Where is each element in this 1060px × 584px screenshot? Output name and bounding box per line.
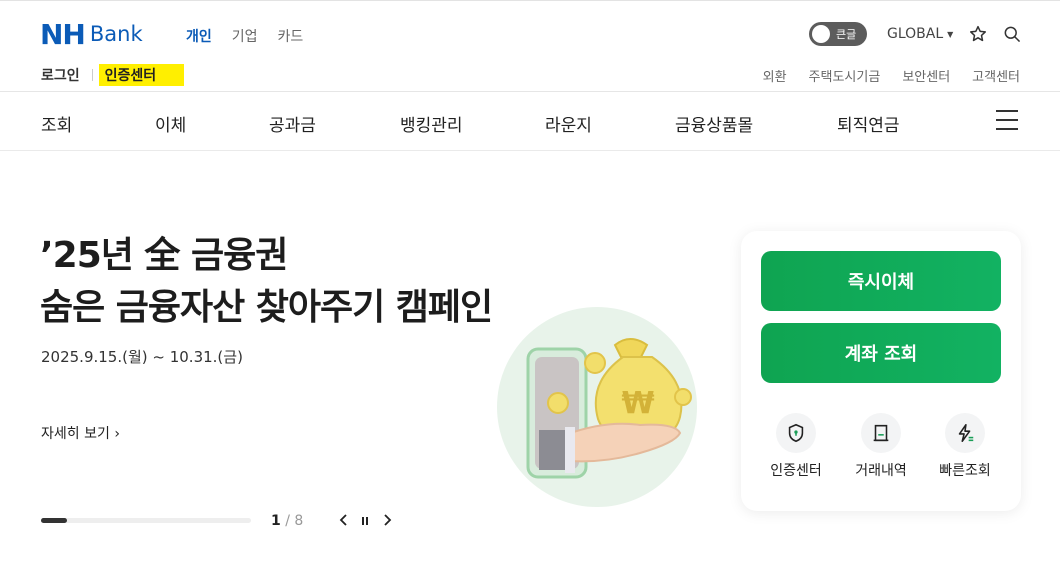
segment-tabs: 개인 기업 카드 (186, 26, 303, 46)
nav-item-utility-bills[interactable]: 공과금 (269, 111, 316, 136)
hero-title-line2: 숨은 금융자산 찾아주기 캠페인 (40, 287, 493, 328)
global-dropdown[interactable]: GLOBAL ▼ (887, 26, 953, 42)
instant-transfer-button[interactable]: 즉시이체 (761, 251, 1001, 311)
hero-title: ’25년 全 금융권 숨은 금융자산 찾아주기 캠페인 (40, 230, 493, 334)
quick-link-label: 인증센터 (770, 463, 822, 479)
nav-item-pension[interactable]: 퇴직연금 (837, 111, 900, 136)
tab-card[interactable]: 카드 (278, 26, 304, 46)
more-label: 자세히 보기 (41, 426, 110, 442)
util-link-customer[interactable]: 고객센터 (972, 66, 1020, 85)
util-link-security[interactable]: 보안센터 (902, 66, 950, 85)
utility-links: 외환 주택도시기금 보안센터 고객센터 (763, 66, 1020, 85)
nav-item-inquiry[interactable]: 조회 (41, 111, 72, 136)
slide-progress-bar (41, 518, 251, 523)
total-slides: / 8 (285, 513, 304, 529)
svg-text:₩: ₩ (621, 386, 654, 421)
hero-date: 2025.9.15.(월) ~ 10.31.(금) (41, 348, 243, 366)
pause-icon[interactable] (360, 515, 370, 527)
star-icon[interactable] (968, 24, 988, 44)
toggle-label: 큰글 (836, 28, 857, 41)
login-link[interactable]: 로그인 (41, 65, 80, 85)
nav-item-lounge[interactable]: 라운지 (545, 111, 592, 136)
top-border (0, 0, 1060, 1)
nav-item-products[interactable]: 금융상품몰 (675, 111, 753, 136)
quick-panel: 즉시이체 계좌 조회 인증센터 거래내역 빠른조회 (741, 231, 1021, 511)
hero-title-line1: ’25년 全 금융권 (40, 235, 288, 276)
slide-progress-fill (41, 518, 68, 523)
next-slide-icon[interactable] (381, 513, 393, 527)
global-label: GLOBAL (887, 26, 944, 42)
receipt-icon (861, 413, 901, 453)
account-inquiry-button[interactable]: 계좌 조회 (761, 323, 1001, 383)
logo-nh: NH (40, 17, 86, 51)
main-nav: 조회 이체 공과금 뱅킹관리 라운지 금융상품몰 퇴직연금 (0, 111, 1060, 136)
divider (91, 69, 93, 81)
nav-divider-top (0, 91, 1060, 92)
cert-center-link[interactable]: 인증센터 (98, 64, 185, 86)
nav-divider-bottom (0, 150, 1060, 151)
logo-bank: Bank (89, 22, 143, 46)
toggle-knob (812, 25, 830, 43)
hamburger-menu-icon[interactable] (996, 110, 1018, 130)
quick-link-history[interactable]: 거래내역 (846, 413, 916, 480)
nav-item-banking-mgmt[interactable]: 뱅킹관리 (400, 111, 463, 136)
tab-personal[interactable]: 개인 (186, 26, 212, 46)
quick-link-label: 빠른조회 (939, 463, 991, 479)
lightning-icon (945, 413, 985, 453)
quick-link-cert-center[interactable]: 인증센터 (761, 413, 831, 480)
util-link-forex[interactable]: 외환 (763, 66, 787, 85)
search-icon[interactable] (1002, 24, 1022, 44)
current-slide: 1 (271, 513, 281, 529)
nav-item-transfer[interactable]: 이체 (155, 111, 186, 136)
tab-business[interactable]: 기업 (232, 26, 258, 46)
hero-more-link[interactable]: 자세히 보기 › (41, 423, 120, 443)
slide-counter: 1 / 8 (271, 513, 303, 529)
quick-link-label: 거래내역 (855, 463, 907, 479)
chevron-right-icon: › (114, 426, 120, 442)
nh-bank-logo[interactable]: NH Bank (40, 17, 143, 51)
util-link-housing-fund[interactable]: 주택도시기금 (809, 66, 881, 85)
money-bag-illustration: ₩ (497, 307, 697, 507)
quick-link-fast-inquiry[interactable]: 빠른조회 (930, 413, 1000, 480)
large-text-toggle[interactable]: 큰글 (809, 22, 867, 46)
shield-icon (776, 413, 816, 453)
prev-slide-icon[interactable] (338, 513, 350, 527)
caret-down-icon: ▼ (947, 29, 954, 39)
login-row: 로그인 인증센터 (41, 64, 185, 86)
